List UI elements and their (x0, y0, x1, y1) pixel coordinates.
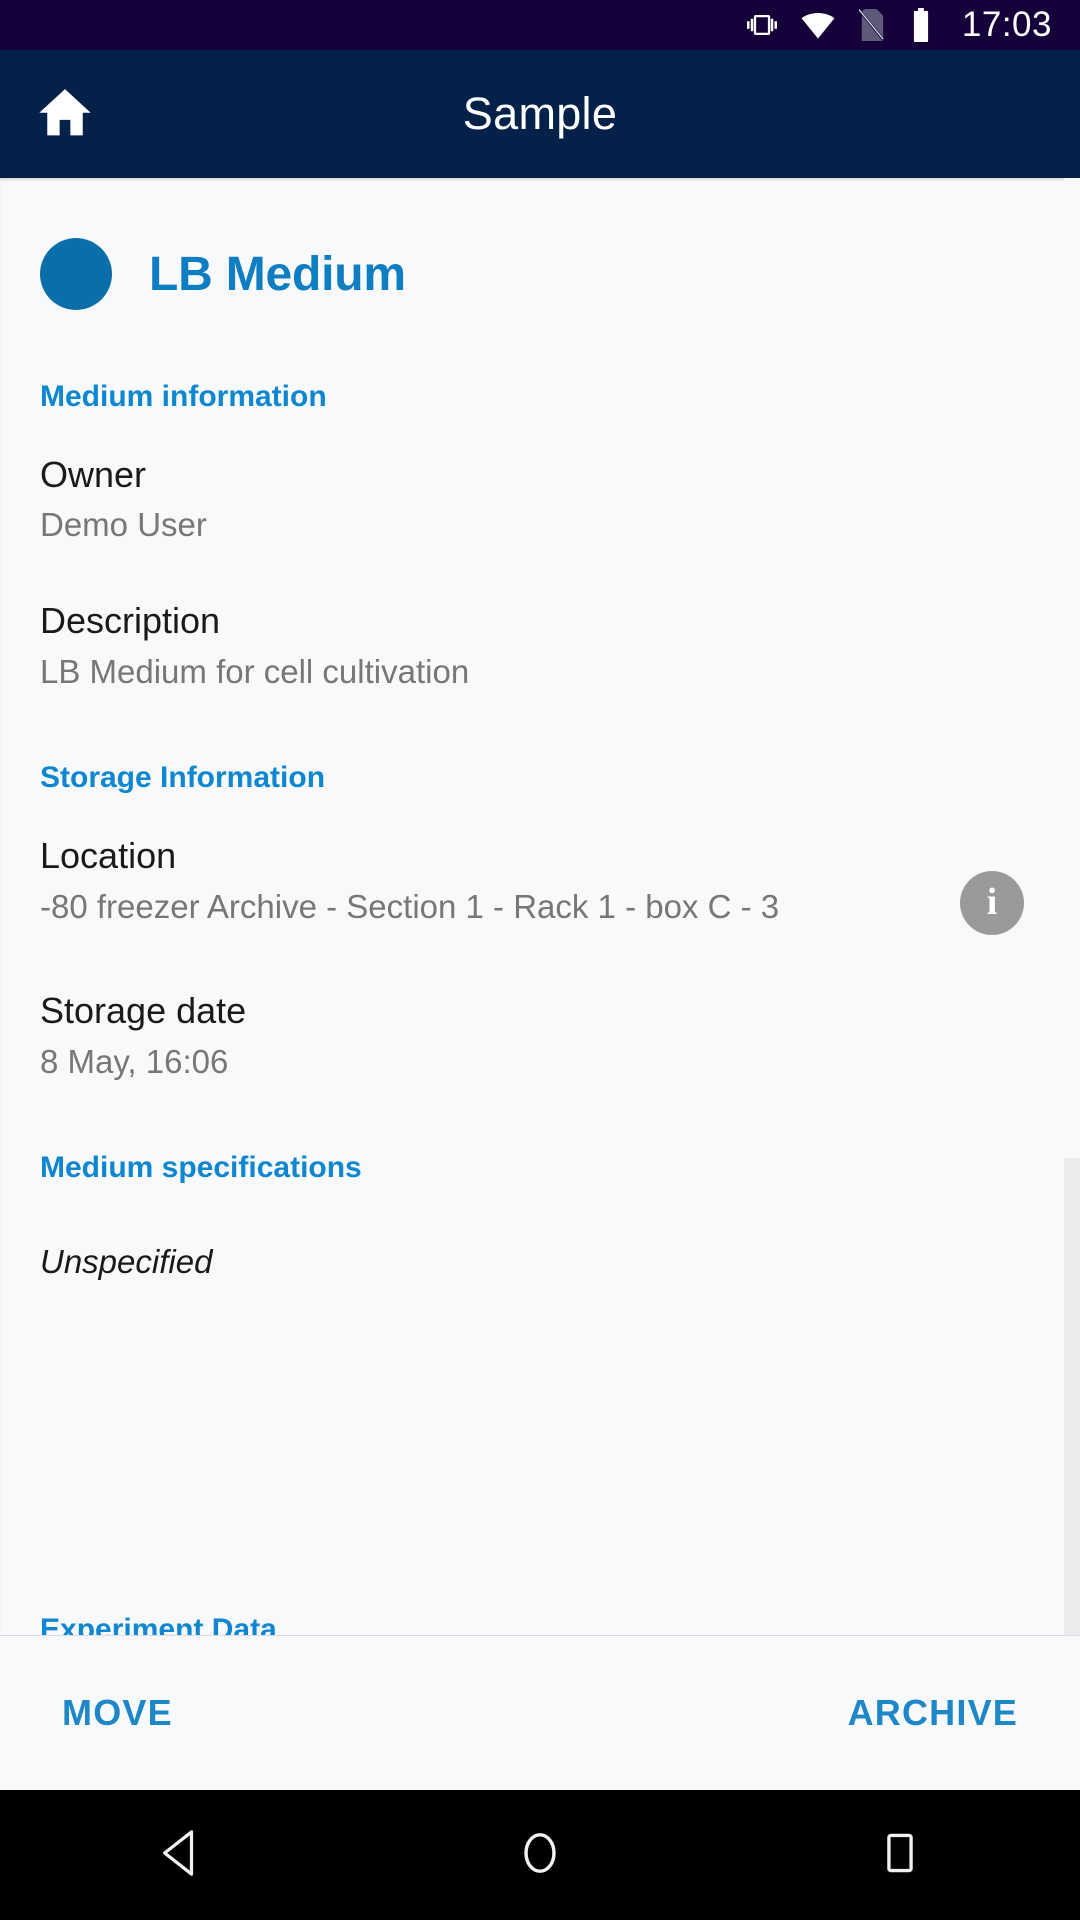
field-label-location: Location (40, 835, 177, 877)
field-value-owner: Demo User (40, 506, 207, 544)
scrollbar-track[interactable] (1064, 178, 1080, 1635)
status-bar: 17:03 (0, 0, 1080, 50)
app-bar: Sample (0, 50, 1080, 178)
section-heading-medium-information: Medium information (40, 380, 327, 413)
field-label-owner: Owner (40, 454, 147, 495)
record-title: LB Medium (149, 247, 406, 301)
field-storage-date: Storage date 8 May, 16:06 (40, 990, 1040, 1081)
status-bar-clock: 17:03 (961, 5, 1052, 44)
field-location-row: Location -80 freezer Archive - Section 1… (40, 835, 1040, 936)
section-heading-medium-specifications: Medium specifications (40, 1151, 362, 1185)
record-header: LB Medium (40, 178, 1040, 310)
location-info-button[interactable]: i (960, 871, 1024, 936)
sim-card-off-icon (858, 9, 886, 41)
phone-screen: 17:03 Sample LB Medium Medium informatio… (0, 0, 1080, 1920)
home-button[interactable] (34, 83, 96, 145)
field-value-location: -80 freezer Archive - Section 1 - Rack 1… (40, 887, 780, 925)
field-label-storage-date: Storage date (40, 990, 247, 1032)
wifi-icon (801, 10, 835, 40)
info-icon: i (986, 881, 998, 924)
recents-square-icon (879, 1829, 921, 1882)
battery-icon (910, 8, 932, 42)
action-bar: MOVE ARCHIVE (0, 1635, 1080, 1790)
detail-content: LB Medium Medium information Owner Demo … (0, 178, 1080, 1635)
section-heading-storage-information: Storage Information (40, 761, 326, 795)
field-value-description: LB Medium for cell cultivation (40, 652, 470, 690)
vibrate-icon (746, 10, 777, 40)
status-bar-icons (746, 8, 932, 42)
field-location: Location -80 freezer Archive - Section 1… (40, 835, 960, 926)
back-triangle-icon (157, 1828, 203, 1883)
field-value-storage-date: 8 May, 16:06 (40, 1042, 229, 1080)
scroll-area[interactable]: LB Medium Medium information Owner Demo … (0, 178, 1080, 1635)
android-nav-bar (0, 1790, 1080, 1920)
field-owner: Owner Demo User (40, 454, 1040, 545)
move-button[interactable]: MOVE (62, 1692, 173, 1734)
field-description: Description LB Medium for cell cultivati… (40, 600, 1040, 691)
home-icon (37, 86, 93, 143)
medium-specifications-value: Unspecified (40, 1243, 213, 1281)
app-bar-title: Sample (462, 88, 618, 139)
archive-button[interactable]: ARCHIVE (848, 1692, 1018, 1734)
scrollbar-thumb[interactable] (1064, 178, 1080, 1158)
section-heading-experiment-data: Experiment Data (40, 1613, 277, 1635)
home-circle-icon (517, 1828, 563, 1883)
nav-back-button[interactable] (125, 1800, 235, 1910)
avatar (40, 238, 112, 310)
nav-recents-button[interactable] (845, 1800, 955, 1910)
field-label-description: Description (40, 600, 221, 642)
nav-home-button[interactable] (485, 1800, 595, 1910)
